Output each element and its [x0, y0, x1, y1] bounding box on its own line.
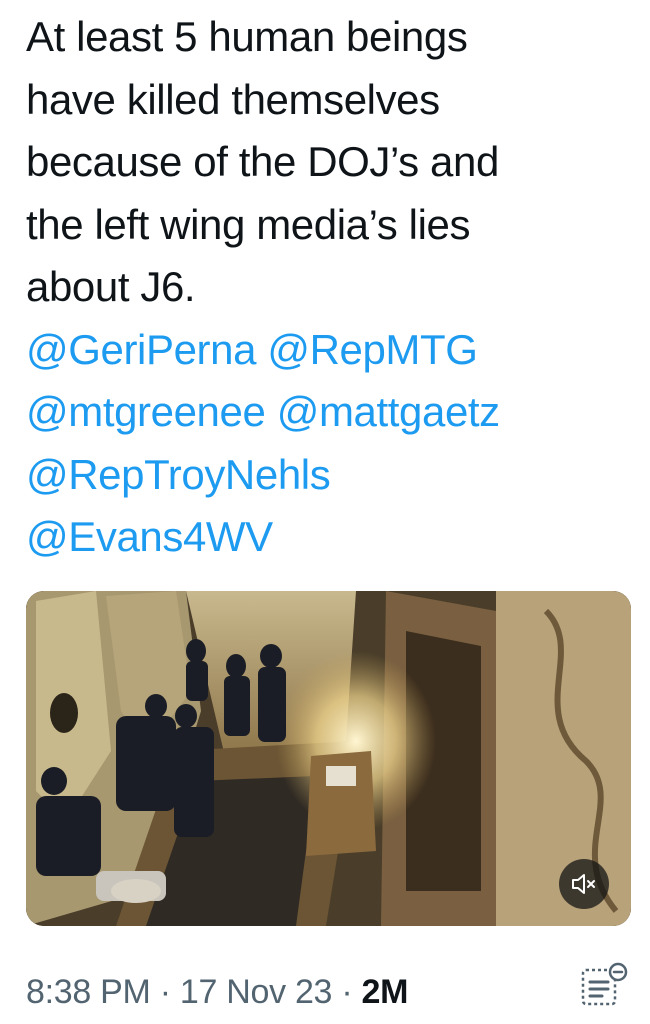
analytics-button[interactable] — [578, 960, 630, 1012]
mention-link-mattgaetz[interactable]: @mattgaetz — [277, 388, 500, 435]
tweet-body: At least 5 human beings have killed them… — [26, 0, 626, 569]
mention-link-mtgreenee[interactable]: @mtgreenee — [26, 388, 266, 435]
mention-link-evans4wv[interactable]: @Evans4WV — [26, 513, 273, 560]
mention-line: @Evans4WV — [26, 506, 626, 569]
tweet-date[interactable]: 17 Nov 23 — [180, 973, 333, 1011]
tweet-video[interactable] — [26, 591, 631, 926]
tweet-text-line: because of the DOJ’s and — [26, 138, 499, 185]
tweet-meta: 8:38 PM · 17 Nov 23 · 2M — [26, 962, 408, 1022]
meta-separator: · — [341, 973, 353, 1011]
mention-link-reptroynehls[interactable]: @RepTroyNehls — [26, 451, 331, 498]
mention-line: @GeriPerna @RepMTG — [26, 319, 626, 382]
tweet-text-line: have killed themselves — [26, 75, 440, 123]
meta-separator: · — [159, 973, 171, 1011]
tweet-text-line: the left wing media’s lies — [26, 200, 471, 248]
tweet-text-line: At least 5 human beings — [26, 13, 468, 60]
mention-link-repmtg[interactable]: @RepMTG — [267, 326, 478, 373]
mute-button[interactable] — [559, 859, 609, 909]
tweet-text: At least 5 human beings have killed them… — [26, 0, 626, 319]
tweet-time[interactable]: 8:38 PM — [26, 973, 151, 1011]
mention-line: @mtgreenee @mattgaetz — [26, 381, 626, 444]
speaker-muted-icon — [572, 874, 595, 894]
analytics-icon — [581, 962, 628, 1006]
tweet-text-line: about J6. — [26, 263, 196, 310]
mention-link-geriperna[interactable]: @GeriPerna — [26, 326, 256, 373]
mention-line: @RepTroyNehls — [26, 444, 626, 507]
video-frame — [26, 591, 631, 926]
tweet-mentions: @GeriPerna @RepMTG @mtgreenee @mattgaetz… — [26, 319, 626, 569]
views-count[interactable]: 2M — [362, 973, 409, 1011]
